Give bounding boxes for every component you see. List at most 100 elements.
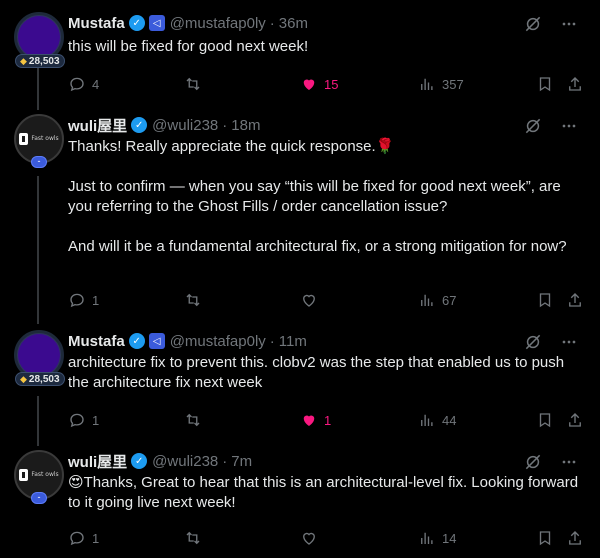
separator-dot: · (269, 14, 275, 32)
bookmark-button[interactable] (536, 74, 554, 94)
bookmark-icon (536, 411, 554, 429)
reply-button[interactable]: 4 (68, 74, 99, 94)
views-button[interactable]: 44 (418, 410, 456, 430)
display-name[interactable]: Mustafa (68, 15, 125, 32)
timestamp[interactable]: 7m (231, 453, 252, 470)
reply-button[interactable]: 1 (68, 290, 99, 310)
retweet-button[interactable] (184, 410, 208, 430)
avatar-container[interactable]: ◆ 28,503 (14, 12, 65, 68)
grok-icon[interactable] (522, 115, 544, 137)
verified-icon: ✓ (128, 333, 145, 349)
coin-icon: ◆ (20, 55, 27, 66)
more-options-icon[interactable] (558, 115, 580, 137)
views-button[interactable]: 14 (418, 528, 456, 548)
action-bar: 1 1 44 (68, 410, 588, 430)
retweet-icon (184, 529, 202, 547)
bookmark-button[interactable] (536, 528, 554, 548)
reply-button[interactable]: 1 (68, 528, 99, 548)
views-icon (418, 75, 436, 93)
more-options-icon[interactable] (558, 451, 580, 473)
bookmark-button[interactable] (536, 410, 554, 430)
like-icon (300, 291, 318, 309)
display-name[interactable]: wuli屋里 (68, 115, 127, 136)
avatar-container[interactable]: Fast owls - (14, 450, 64, 504)
separator-dot: · (222, 452, 228, 470)
separator-dot: · (222, 116, 228, 134)
replies-count: 1 (92, 530, 100, 546)
subscriber-badge: ◆ 28,503 (15, 54, 65, 68)
retweet-button[interactable] (184, 290, 208, 310)
views-button[interactable]: 67 (418, 290, 456, 310)
bookmark-icon (536, 529, 554, 547)
verified-icon: ✓ (128, 15, 145, 31)
retweet-icon (184, 291, 202, 309)
grok-icon[interactable] (522, 451, 544, 473)
logo-icon (19, 133, 29, 145)
grok-icon[interactable] (522, 13, 544, 35)
grok-icon[interactable] (522, 331, 544, 353)
avatar-container[interactable]: ◆ 28,503 (14, 330, 65, 386)
verified-icon: ✓ (131, 117, 148, 133)
views-count: 14 (442, 530, 457, 546)
bookmark-button[interactable] (536, 290, 554, 310)
logo-icon (19, 469, 29, 481)
share-button[interactable] (566, 290, 584, 310)
views-icon (418, 411, 436, 429)
thread-line (37, 396, 39, 446)
views-count: 357 (442, 76, 464, 92)
replies-count: 1 (92, 292, 100, 308)
reply-button[interactable]: 1 (68, 410, 99, 430)
affiliate-icon[interactable]: ◁ (148, 15, 165, 31)
affiliate-badge: - (31, 156, 47, 168)
coin-icon: ◆ (20, 373, 27, 384)
more-options-icon[interactable] (558, 13, 580, 35)
views-icon (418, 529, 436, 547)
avatar-container[interactable]: Fast owls - (14, 114, 64, 168)
header-actions (522, 13, 580, 35)
views-count: 67 (442, 292, 457, 308)
timestamp[interactable]: 11m (279, 333, 307, 350)
user-handle[interactable]: @wuli238 (152, 117, 218, 134)
user-handle[interactable]: @mustafap0ly (170, 333, 266, 350)
like-button[interactable] (300, 528, 324, 548)
timestamp[interactable]: 18m (231, 117, 260, 134)
action-bar: 4 15 357 (68, 74, 588, 94)
user-handle[interactable]: @mustafap0ly (170, 15, 266, 32)
user-handle[interactable]: @wuli238 (152, 453, 218, 470)
timestamp[interactable]: 36m (279, 15, 308, 32)
retweet-button[interactable] (184, 74, 208, 94)
separator-dot: · (269, 332, 275, 350)
like-button[interactable] (300, 290, 324, 310)
tweet-text: architecture fix to prevent this. clobv2… (68, 354, 569, 391)
reply-icon (68, 75, 86, 93)
subscriber-badge: ◆ 28,503 (15, 372, 65, 386)
action-bar: 1 67 (68, 290, 588, 310)
conversation-thread: ◆ 28,503 Mustafa ✓ ◁ @mustafap0ly · 36m t… (0, 0, 600, 558)
retweet-icon (184, 411, 202, 429)
share-icon (566, 291, 584, 309)
share-icon (566, 411, 584, 429)
like-button[interactable]: 15 (300, 74, 338, 94)
like-icon (300, 529, 318, 547)
views-button[interactable]: 357 (418, 74, 464, 94)
bookmark-icon (536, 291, 554, 309)
tweet-text: 😍Thanks, Great to hear that this is an a… (68, 474, 583, 511)
share-button[interactable] (566, 410, 584, 430)
affiliate-icon[interactable]: ◁ (148, 333, 165, 349)
affiliate-badge: - (31, 492, 47, 504)
share-button[interactable] (566, 74, 584, 94)
tweet-text: this will be fixed for good next week! (68, 38, 309, 55)
display-name[interactable]: Mustafa (68, 333, 125, 350)
verified-icon: ✓ (131, 453, 148, 469)
replies-count: 4 (92, 76, 100, 92)
views-icon (418, 291, 436, 309)
share-button[interactable] (566, 528, 584, 548)
more-options-icon[interactable] (558, 331, 580, 353)
header-actions (522, 115, 580, 137)
like-button[interactable]: 1 (300, 410, 331, 430)
display-name[interactable]: wuli屋里 (68, 451, 127, 472)
retweet-button[interactable] (184, 528, 208, 548)
thread-line (37, 176, 39, 324)
reply-icon (68, 291, 86, 309)
retweet-icon (184, 75, 202, 93)
